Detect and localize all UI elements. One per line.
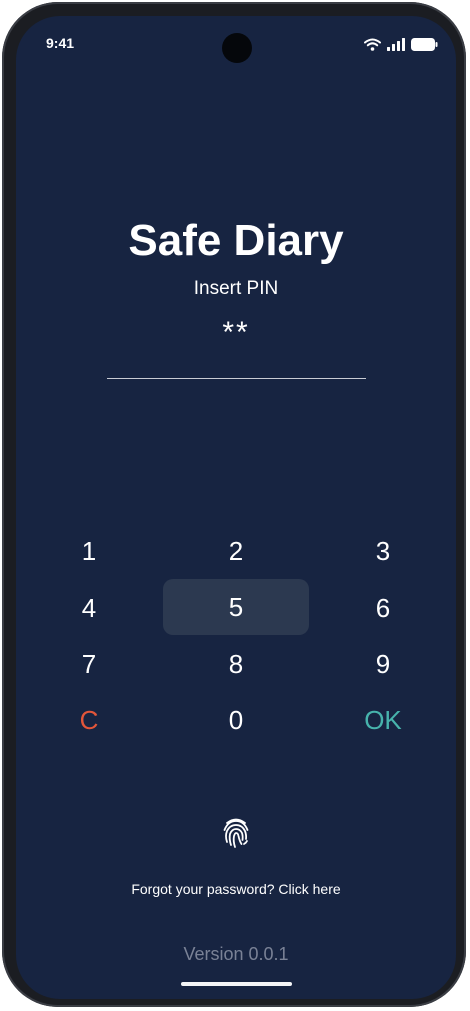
- home-indicator[interactable]: [181, 982, 292, 986]
- fingerprint-icon[interactable]: [222, 817, 250, 849]
- key-5[interactable]: 5: [163, 579, 309, 635]
- key-6[interactable]: 6: [310, 580, 456, 636]
- key-3[interactable]: 3: [310, 523, 456, 579]
- key-2[interactable]: 2: [163, 523, 309, 579]
- key-4[interactable]: 4: [16, 580, 162, 636]
- phone-frame: 9:41 Safe Diary Insert PIN ** 1 2 3 4 5 …: [2, 2, 466, 1007]
- version-label: Version 0.0.1: [183, 944, 289, 964]
- key-0[interactable]: 0: [163, 692, 309, 748]
- clear-button[interactable]: C: [16, 692, 162, 748]
- forgot-password-link[interactable]: Forgot your password? Click here: [16, 881, 456, 897]
- key-1[interactable]: 1: [16, 523, 162, 579]
- ok-button[interactable]: OK: [310, 692, 456, 748]
- keypad: 1 2 3 4 5 6 7 8 9 C 0 OK: [16, 16, 456, 999]
- key-7[interactable]: 7: [16, 636, 162, 692]
- key-9[interactable]: 9: [310, 636, 456, 692]
- key-8[interactable]: 8: [163, 636, 309, 692]
- app-screen: 9:41 Safe Diary Insert PIN ** 1 2 3 4 5 …: [16, 16, 456, 999]
